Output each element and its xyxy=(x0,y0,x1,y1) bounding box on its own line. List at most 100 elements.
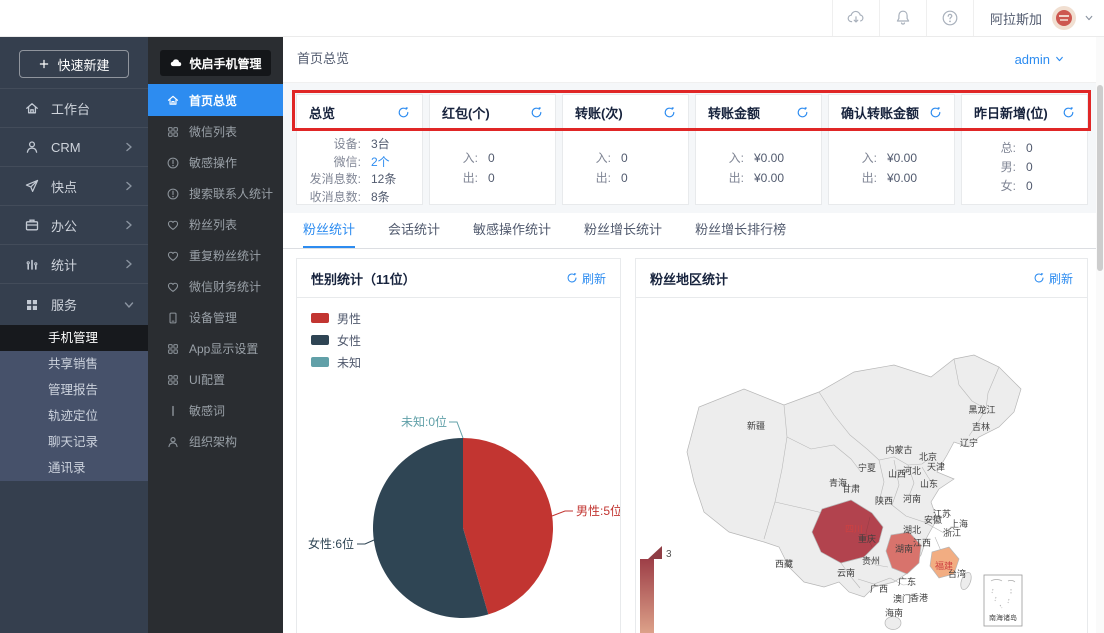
bar-icon xyxy=(166,404,180,418)
stat-value: 12条 xyxy=(371,171,396,189)
map-label: 辽宁 xyxy=(960,437,978,448)
submenu-item-chat-records[interactable]: 聊天记录 xyxy=(0,429,148,455)
sidebar-item-label: CRM xyxy=(51,140,124,155)
sidebar-item-kuaidian[interactable]: 快点 xyxy=(0,166,148,205)
legend-swatch xyxy=(311,335,329,345)
map-label: 广东 xyxy=(898,576,916,587)
heart-icon xyxy=(166,249,180,263)
cloud-sync-button[interactable] xyxy=(833,0,879,36)
legend-label: 未知 xyxy=(337,354,361,371)
map-label: 内蒙古 xyxy=(885,444,912,455)
refresh-button[interactable] xyxy=(1062,106,1075,119)
chevron-down-icon xyxy=(124,300,134,310)
scrollbar-thumb[interactable] xyxy=(1097,85,1103,271)
subsidebar-item-app-display[interactable]: App显示设置 xyxy=(148,333,283,364)
tab-sensitive-ops-stats[interactable]: 敏感操作统计 xyxy=(473,213,551,248)
submenu-item-shared-sales[interactable]: 共享销售 xyxy=(0,351,148,377)
submenu-item-management-report[interactable]: 管理报告 xyxy=(0,377,148,403)
submenu-item-contacts[interactable]: 通讯录 xyxy=(0,455,148,481)
avatar[interactable] xyxy=(1052,6,1076,30)
tab-session-stats[interactable]: 会话统计 xyxy=(388,213,440,248)
refresh-label: 刷新 xyxy=(1049,270,1073,287)
stat-label: 入: xyxy=(563,148,611,168)
scrollbar-track[interactable] xyxy=(1096,36,1104,633)
help-button[interactable] xyxy=(927,0,973,36)
subsidebar-item-fans-list[interactable]: 粉丝列表 xyxy=(148,209,283,240)
heart-icon xyxy=(166,218,180,232)
refresh-button[interactable] xyxy=(796,106,809,119)
subsidebar-item-sensitive-words[interactable]: 敏感词 xyxy=(148,395,283,426)
map-label: 四川 xyxy=(845,524,863,534)
stat-value: ¥0.00 xyxy=(887,148,917,168)
hainan-island xyxy=(885,617,901,630)
breadcrumb: 首页总览 xyxy=(297,36,349,82)
refresh-button[interactable] xyxy=(929,106,942,119)
submenu-item-phone-management[interactable]: 手机管理 xyxy=(0,325,148,351)
stat-value: 0 xyxy=(1026,158,1033,177)
stat-value-link[interactable]: 2个 xyxy=(371,154,390,172)
map-label: 安徽 xyxy=(924,514,942,525)
submenu-item-track-location[interactable]: 轨迹定位 xyxy=(0,403,148,429)
sidebar-item-label: 快点 xyxy=(51,177,124,196)
stat-label: 设备: xyxy=(297,136,361,154)
gender-stats-panel: 性别统计（11位） 刷新 未知:0位 男性:5位 女性:6位 男性 女性 xyxy=(296,258,621,633)
sidebar-item-statistics[interactable]: 统计 xyxy=(0,244,148,283)
legend-item-female[interactable]: 女性 xyxy=(311,329,361,351)
cloud-icon xyxy=(169,56,183,70)
stat-label: 出: xyxy=(696,168,744,188)
phone-icon xyxy=(166,311,180,325)
sidebar-item-services[interactable]: 服务 xyxy=(0,283,148,325)
sidebar-item-crm[interactable]: CRM xyxy=(0,127,148,166)
tab-fans-stats[interactable]: 粉丝统计 xyxy=(303,213,355,248)
card-title: 总览 xyxy=(309,103,335,122)
visualmap-legend[interactable]: 3 xyxy=(640,546,672,633)
user-menu-toggle[interactable] xyxy=(1084,14,1094,22)
map-label: 福建 xyxy=(935,560,953,571)
card-title: 昨日新增(位) xyxy=(974,103,1048,122)
subsidebar-item-label: 重复粉丝统计 xyxy=(189,247,261,264)
subsidebar-item-wechat-finance[interactable]: 微信财务统计 xyxy=(148,271,283,302)
module-title-button[interactable]: 快启手机管理 xyxy=(160,50,271,76)
map-label: 宁夏 xyxy=(858,462,876,473)
sidebar-item-office[interactable]: 办公 xyxy=(0,205,148,244)
notifications-button[interactable] xyxy=(880,0,926,36)
subsidebar-item-sensitive-ops[interactable]: 敏感操作 xyxy=(148,147,283,178)
tab-fans-growth-ranking[interactable]: 粉丝增长排行榜 xyxy=(695,213,786,248)
refresh-icon xyxy=(663,106,676,119)
stat-label: 女: xyxy=(962,177,1016,196)
refresh-button[interactable] xyxy=(397,106,410,119)
refresh-link[interactable]: 刷新 xyxy=(1033,270,1073,287)
refresh-icon xyxy=(1062,106,1075,119)
refresh-icon xyxy=(566,272,578,284)
refresh-button[interactable] xyxy=(663,106,676,119)
subsidebar-item-duplicate-fans[interactable]: 重复粉丝统计 xyxy=(148,240,283,271)
stat-value: 0 xyxy=(1026,177,1033,196)
tab-fans-growth-stats[interactable]: 粉丝增长统计 xyxy=(584,213,662,248)
stats-section: 粉丝统计 会话统计 敏感操作统计 粉丝增长统计 粉丝增长排行榜 性别统计（11位… xyxy=(283,213,1096,633)
subsidebar-item-wechat-list[interactable]: 微信列表 xyxy=(148,116,283,147)
subsidebar-item-device-management[interactable]: 设备管理 xyxy=(148,302,283,333)
quick-create-button[interactable]: 快速新建 xyxy=(19,50,129,78)
grid-icon xyxy=(166,125,180,139)
refresh-button[interactable] xyxy=(530,106,543,119)
caret-down-icon xyxy=(1055,55,1064,63)
subsidebar-item-label: 搜索联系人统计 xyxy=(189,185,273,202)
send-icon xyxy=(24,178,40,194)
sidebar-item-workbench[interactable]: 工作台 xyxy=(0,88,148,127)
subsidebar-item-ui-config[interactable]: UI配置 xyxy=(148,364,283,395)
refresh-label: 刷新 xyxy=(582,270,606,287)
map-label: 吉林 xyxy=(972,421,990,432)
card-transfer-amount: 转账金额 入:¥0.00 出:¥0.00 xyxy=(695,94,822,205)
refresh-icon xyxy=(929,106,942,119)
subsidebar-item-home-overview[interactable]: 首页总览 xyxy=(148,84,283,116)
username[interactable]: 阿拉斯加 xyxy=(974,9,1052,28)
refresh-icon xyxy=(530,106,543,119)
legend-label: 男性 xyxy=(337,310,361,327)
card-red-packets: 红包(个) 入:0 出:0 xyxy=(429,94,556,205)
admin-dropdown[interactable]: admin xyxy=(1015,36,1064,82)
legend-item-unknown[interactable]: 未知 xyxy=(311,351,361,373)
legend-item-male[interactable]: 男性 xyxy=(311,307,361,329)
subsidebar-item-org-structure[interactable]: 组织架构 xyxy=(148,426,283,457)
subsidebar-item-search-contact-stats[interactable]: 搜索联系人统计 xyxy=(148,178,283,209)
refresh-link[interactable]: 刷新 xyxy=(566,270,606,287)
